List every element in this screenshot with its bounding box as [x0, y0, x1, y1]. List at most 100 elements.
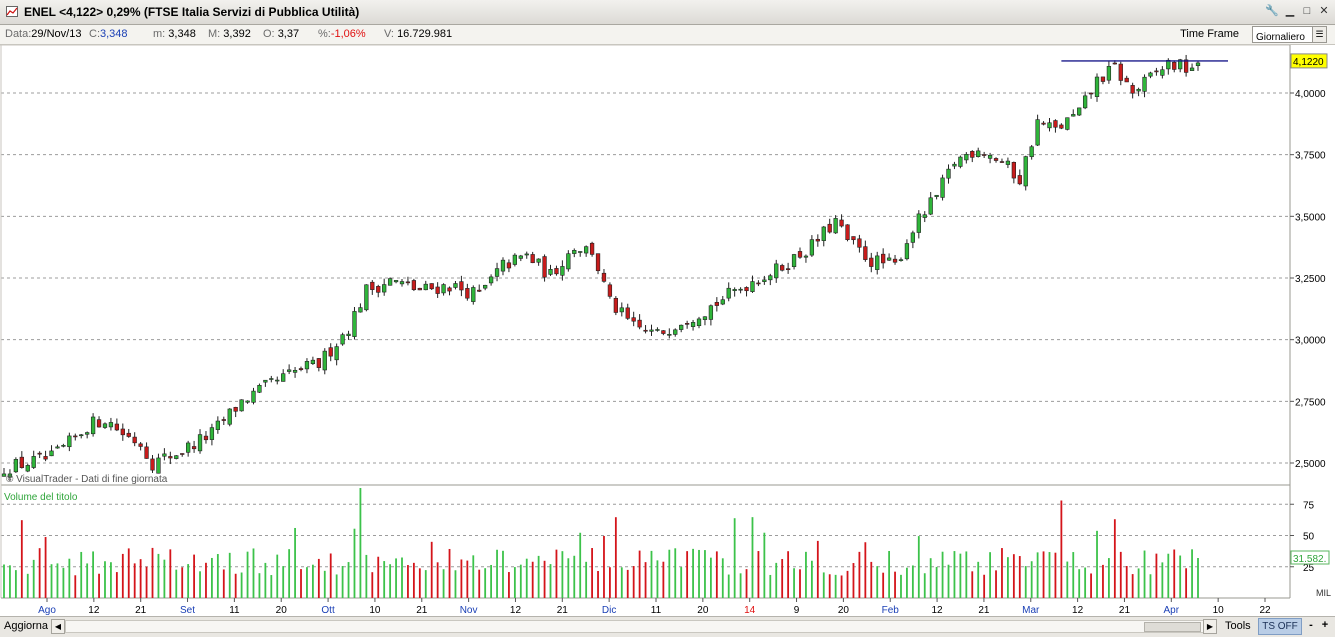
date-tick-label: 22 [1259, 605, 1271, 615]
candle-body [993, 158, 999, 161]
candle-body [845, 224, 850, 241]
volume-bar [1167, 553, 1170, 598]
close-readout: C:3,348 [89, 28, 128, 40]
candle-body [886, 257, 892, 261]
scroll-left-icon[interactable]: ◀ [51, 619, 65, 634]
volume-bar [1131, 574, 1134, 598]
candle-body [340, 334, 345, 345]
candle-body [459, 281, 464, 291]
volume-bar [549, 564, 552, 598]
volume-bar [157, 553, 160, 598]
volume-bar [1179, 555, 1182, 598]
candle-body [560, 266, 565, 276]
timeframe-select[interactable]: Giornaliero ☰ [1252, 26, 1327, 43]
candle-body [1059, 124, 1064, 129]
scrollbar-thumb[interactable] [1144, 622, 1201, 632]
volume-bar [424, 570, 427, 598]
horizontal-scrollbar[interactable] [65, 620, 1207, 633]
candle [958, 155, 963, 169]
volume-bar [62, 567, 65, 598]
candle-body [785, 268, 791, 271]
candle-body [108, 422, 114, 428]
minimize-icon[interactable]: ▁ [1283, 5, 1297, 18]
volume-bar [561, 551, 564, 598]
volume-bar [977, 561, 980, 598]
candle-body [922, 214, 927, 218]
volume-bar [323, 570, 326, 598]
volume-tick-label: 75 [1303, 500, 1315, 511]
volume-bar [193, 554, 195, 598]
candle-body [584, 246, 589, 254]
candle-body [316, 358, 321, 368]
scroll-right-icon[interactable]: ▶ [1203, 619, 1217, 634]
volume-bar [460, 559, 463, 598]
candle-body [702, 316, 708, 320]
volume-bar [264, 562, 267, 598]
volume-bar [92, 551, 95, 598]
candle-body [471, 287, 476, 302]
candle [1035, 114, 1040, 147]
volume-bar [294, 527, 296, 598]
volume-bar [127, 548, 130, 598]
candle-body [67, 435, 72, 448]
maximize-icon[interactable]: □ [1300, 5, 1314, 18]
volume-bar [377, 556, 380, 598]
tools-wrench-icon[interactable]: 🔧 [1265, 5, 1279, 18]
candle-body [904, 243, 910, 260]
chart-window: ENEL <4,122> 0,29% (FTSE Italia Servizi … [0, 0, 1335, 637]
volume-bar [626, 569, 629, 598]
volume-bar [674, 548, 677, 598]
candle [352, 306, 357, 340]
candle-body [768, 275, 773, 281]
aggiorna-button[interactable]: Aggiorna [4, 619, 48, 633]
volume-bar [121, 553, 124, 598]
chevron-down-icon[interactable]: ☰ [1312, 27, 1326, 42]
candle-body [1142, 76, 1147, 92]
candle-body [833, 218, 838, 234]
volume-bar [1191, 549, 1193, 598]
price-tick-label: 2,7500 [1295, 397, 1326, 408]
candle-body [1077, 107, 1082, 116]
volume-bar [603, 535, 605, 598]
candle-body [566, 253, 571, 270]
candle-body [263, 379, 268, 383]
volume-bar [555, 549, 558, 598]
volume-bar [680, 567, 683, 598]
volume-bar [769, 574, 772, 598]
volume-bar [763, 532, 766, 598]
candle-body [982, 154, 987, 156]
ts-off-button[interactable]: TS OFF [1258, 618, 1302, 635]
candle-body [1082, 95, 1088, 109]
candle-body [411, 280, 417, 291]
volume-bar [882, 572, 885, 598]
candle-body [370, 281, 375, 290]
volume-bar [222, 569, 225, 598]
candle-body [839, 219, 844, 227]
candle-body [292, 369, 298, 373]
candle-body [477, 289, 482, 292]
candle-body [1112, 62, 1117, 65]
volume-bar [306, 567, 308, 598]
zoom-in-button[interactable]: + [1319, 618, 1331, 633]
volume-bar [858, 551, 861, 598]
candle-body [132, 436, 137, 444]
candle-body [393, 280, 399, 283]
zoom-out-button[interactable]: - [1305, 618, 1317, 633]
candle-body [756, 282, 761, 285]
credit-text: © VisualTrader - Dati di fine giornata [6, 474, 168, 485]
date-tick-label: 21 [978, 605, 990, 615]
volume-bar [864, 542, 867, 598]
candle-body [203, 435, 209, 441]
volume-bar [50, 564, 53, 598]
volume-bar [620, 567, 623, 598]
candle-body [976, 150, 981, 157]
chart-area[interactable]: 2,5000 2,7500 3,0000 3,2500 3,5000 3,7500 4,00… [0, 45, 1335, 615]
candle-body [79, 434, 84, 437]
close-icon[interactable]: ✕ [1317, 5, 1331, 18]
tools-button[interactable]: Tools [1225, 619, 1251, 633]
candle [174, 455, 179, 460]
volume-bar [478, 569, 481, 598]
volume-bar [311, 564, 314, 598]
volume-bar [1036, 552, 1039, 598]
volume-bar [751, 517, 754, 598]
